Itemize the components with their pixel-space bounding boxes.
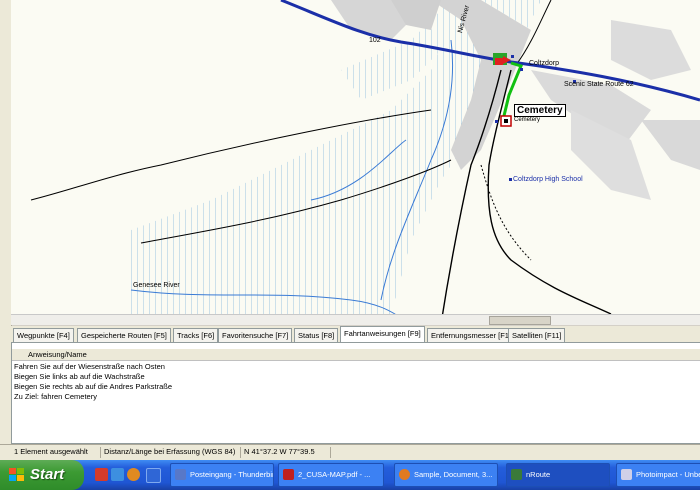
map-label-coltzdorp: Coltzdorp (529, 60, 559, 67)
tab-satelliten[interactable]: Satelliten [F11] (508, 328, 566, 342)
taskbar-item-pdf[interactable]: 2_CUSA-MAP.pdf - ... (278, 463, 384, 487)
map-label-cemetery: Cemetery (514, 104, 566, 117)
column-header-label: Anweisung/Name (28, 350, 87, 359)
directions-list: Fahren Sie auf der Wiesenstraße nach Ost… (14, 362, 172, 402)
status-distance: Distanz/Länge bei Erfassung (WGS 84) (104, 447, 236, 456)
tab-gespeicherte-routen[interactable]: Gespeicherte Routen [F5] (77, 328, 171, 342)
directions-panel: Anweisung/Name Fahren Sie auf der Wiesen… (11, 342, 700, 444)
map-label-high-school: Coltzdorp High School (513, 176, 583, 183)
tab-tracks[interactable]: Tracks [F6] (173, 328, 219, 342)
map-label-genesee-river: Genesee River (133, 282, 180, 289)
quicklaunch-more-icon[interactable] (146, 468, 161, 483)
pdf-icon (283, 469, 294, 480)
scrollbar-thumb[interactable] (489, 316, 551, 325)
quicklaunch-browser-icon[interactable] (111, 468, 124, 481)
taskbar-item-document[interactable]: Sample, Document, 3... (394, 463, 498, 487)
direction-row[interactable]: Zu Ziel: fahren Cemetery (14, 392, 172, 402)
map-label-road-102: 102 (369, 37, 381, 44)
windows-taskbar: Start Posteingang - Thunderbird 2_CUSA-M… (0, 460, 700, 490)
map-horizontal-scrollbar[interactable] (11, 314, 700, 325)
firefox-icon (399, 469, 410, 480)
map-label-cemetery-sub: Cemetery (514, 117, 541, 123)
tab-strip: Wegpunkte [F4] Gespeicherte Routen [F5] … (11, 326, 700, 343)
nroute-icon (511, 469, 522, 480)
direction-row[interactable]: Fahren Sie auf der Wiesenstraße nach Ost… (14, 362, 172, 372)
taskbar-item-nroute[interactable]: nRoute (506, 463, 610, 487)
quicklaunch-firefox-icon[interactable] (127, 468, 140, 481)
direction-row[interactable]: Biegen Sie rechts ab auf die Andres Park… (14, 382, 172, 392)
map-label-scenic-route: Scenic State Route 62 (564, 81, 634, 88)
photoimpact-icon (621, 469, 632, 480)
tab-entfernungsmesser[interactable]: Entfernungsmesser [F10] (427, 328, 520, 342)
directions-column-header[interactable]: Anweisung/Name (12, 349, 700, 361)
start-button[interactable]: Start (0, 460, 84, 490)
tab-fahrtanweisungen[interactable]: Fahrtanweisungen [F9] (340, 326, 425, 343)
start-label: Start (30, 466, 65, 483)
status-bar: 1 Element ausgewählt Distanz/Länge bei E… (0, 444, 700, 460)
thunderbird-icon (175, 469, 186, 480)
tab-status[interactable]: Status [F8] (294, 328, 339, 342)
map-view[interactable]: 102 Nis River Coltzdorp Scenic State Rou… (11, 0, 700, 324)
taskbar-item-photoimpact[interactable]: Photoimpact - Unbe... (616, 463, 700, 487)
windows-logo-icon (9, 468, 24, 481)
taskbar-item-thunderbird[interactable]: Posteingang - Thunderbird (170, 463, 274, 487)
map-canvas[interactable] (11, 0, 700, 324)
direction-row[interactable]: Biegen Sie links ab auf die Wachstraße (14, 372, 172, 382)
urban-area (641, 120, 700, 170)
quicklaunch-app-icon[interactable] (95, 468, 108, 481)
status-selected: 1 Element ausgewählt (14, 447, 88, 456)
urban-area (611, 20, 691, 80)
status-coordinates: N 41°37.2 W 77°39.5 (244, 447, 315, 456)
tab-favoritensuche[interactable]: Favoritensuche [F7] (218, 328, 293, 342)
tab-wegpunkte[interactable]: Wegpunkte [F4] (13, 328, 74, 342)
